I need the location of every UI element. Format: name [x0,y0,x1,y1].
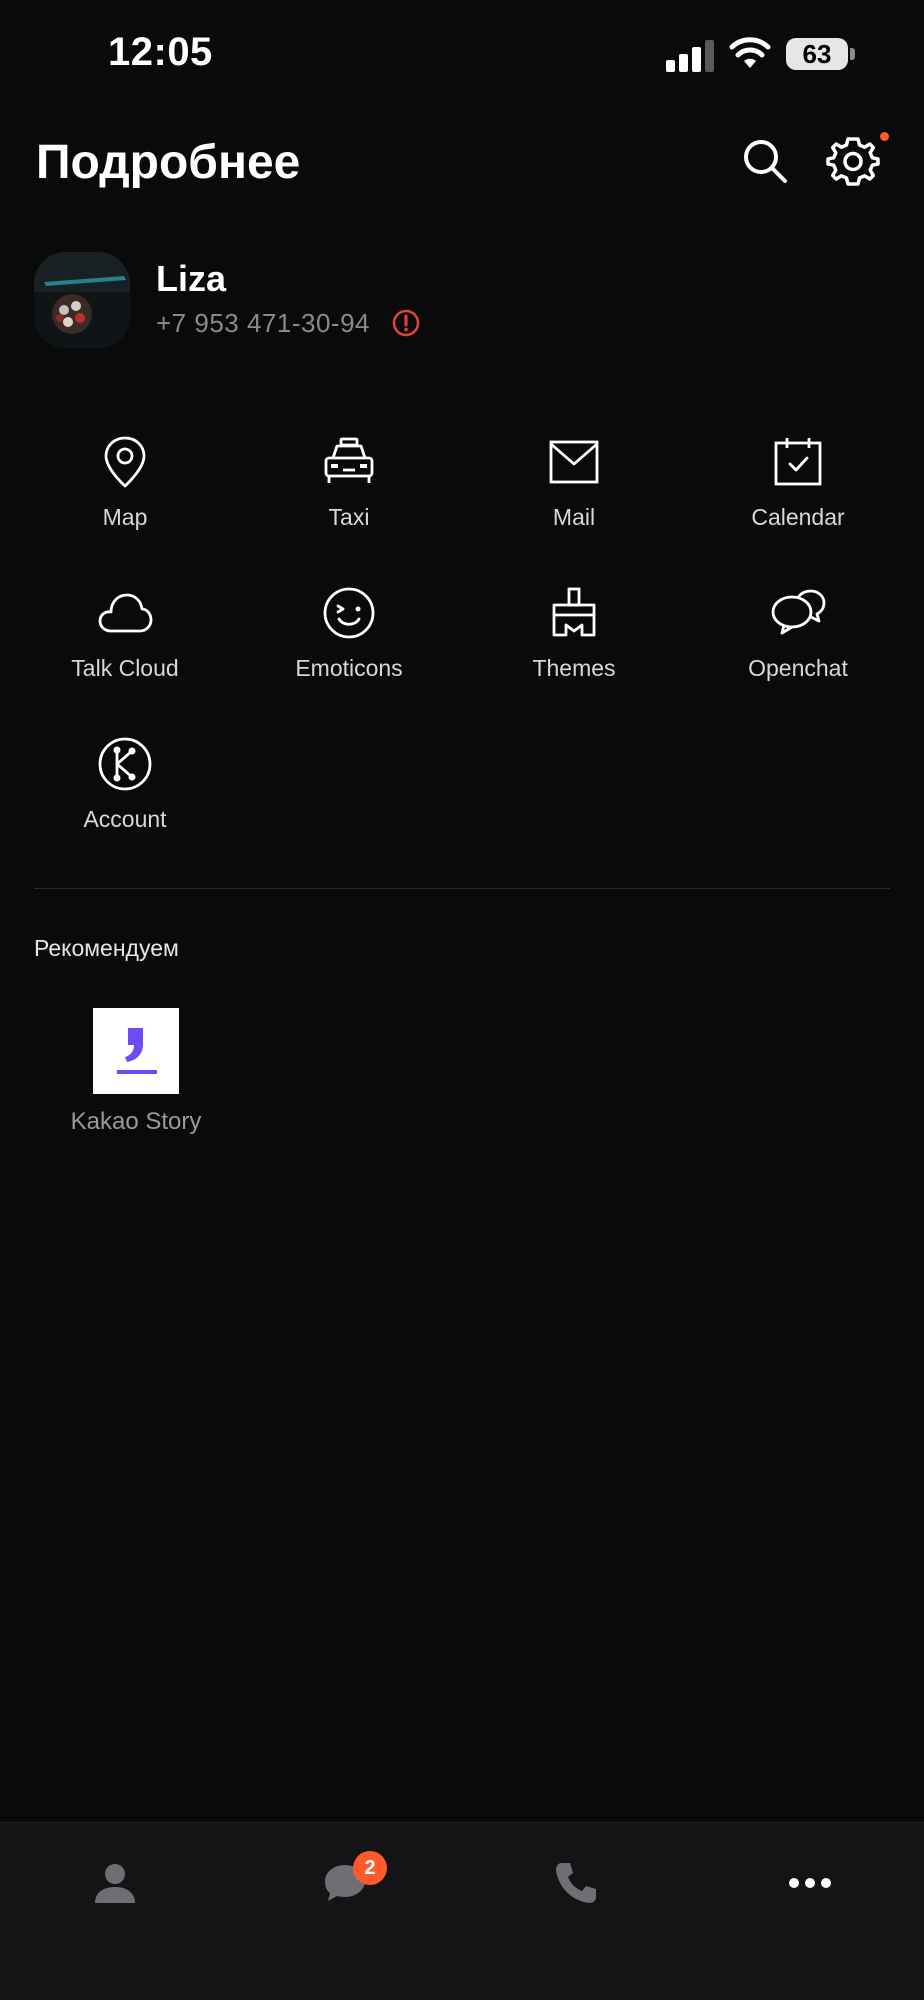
service-emoticons[interactable]: Emoticons [237,585,461,705]
chat-bubbles-icon [771,589,826,635]
phone-icon [556,1863,596,1903]
section-divider [34,888,890,889]
page-title: Подробнее [36,136,301,189]
service-calendar[interactable]: Calendar [686,434,910,554]
chat-unread-badge: 2 [353,1851,387,1885]
person-icon [95,1864,135,1903]
service-label: Mail [552,504,596,530]
recommended-title: Рекомендуем [34,935,179,961]
recommended-label: Kakao Story [70,1108,202,1135]
settings-notification-dot [880,132,889,141]
service-openchat[interactable]: Openchat [686,585,910,705]
service-taxi[interactable]: Taxi [237,434,461,554]
cellular-signal-icon [666,40,714,72]
battery-indicator: 63 [786,38,856,72]
service-mail[interactable]: Mail [462,434,686,554]
profile-row[interactable]: Liza +7 953 471-30-94 [34,252,854,352]
profile-phone: +7 953 471-30-94 [156,308,371,338]
avatar[interactable] [34,252,130,348]
warning-icon[interactable] [392,309,420,337]
mail-icon [549,440,599,484]
more-dots-icon [789,1878,831,1888]
kakao-story-icon [93,1008,179,1094]
service-label: Taxi [328,504,370,530]
recommended-kakao-story[interactable]: Kakao Story [52,1008,220,1138]
settings-gear-icon[interactable] [826,134,880,188]
service-label: Themes [532,655,616,681]
tab-friends[interactable] [75,1859,155,1929]
cloud-icon [98,593,153,633]
status-bar: 12:05 63 [0,0,924,110]
service-label: Emoticons [295,655,403,681]
service-label: Talk Cloud [71,655,179,681]
battery-level: 63 [786,38,848,70]
tab-chats[interactable]: 2 [305,1851,387,1929]
service-label: Map [102,504,148,530]
brush-icon [552,587,596,637]
battery-cap [850,48,855,60]
search-icon[interactable] [740,136,790,186]
status-time: 12:05 [108,30,213,74]
service-account[interactable]: Account [13,736,237,856]
profile-name: Liza [156,258,227,299]
service-label: Account [83,806,167,832]
kakao-account-icon [98,737,152,791]
service-talk-cloud[interactable]: Talk Cloud [13,585,237,705]
tab-more[interactable] [770,1859,850,1929]
service-map[interactable]: Map [13,434,237,554]
calendar-icon [774,438,822,486]
emoticon-icon [323,587,375,639]
service-label: Openchat [748,655,848,681]
taxi-icon [324,437,374,483]
avatar-photo [34,252,130,348]
service-label: Calendar [751,504,845,530]
bottom-tab-bar: 2 [0,1822,924,2000]
tab-calls[interactable] [536,1859,616,1929]
wifi-icon [729,37,771,68]
map-pin-icon [104,436,146,488]
service-themes[interactable]: Themes [462,585,686,705]
